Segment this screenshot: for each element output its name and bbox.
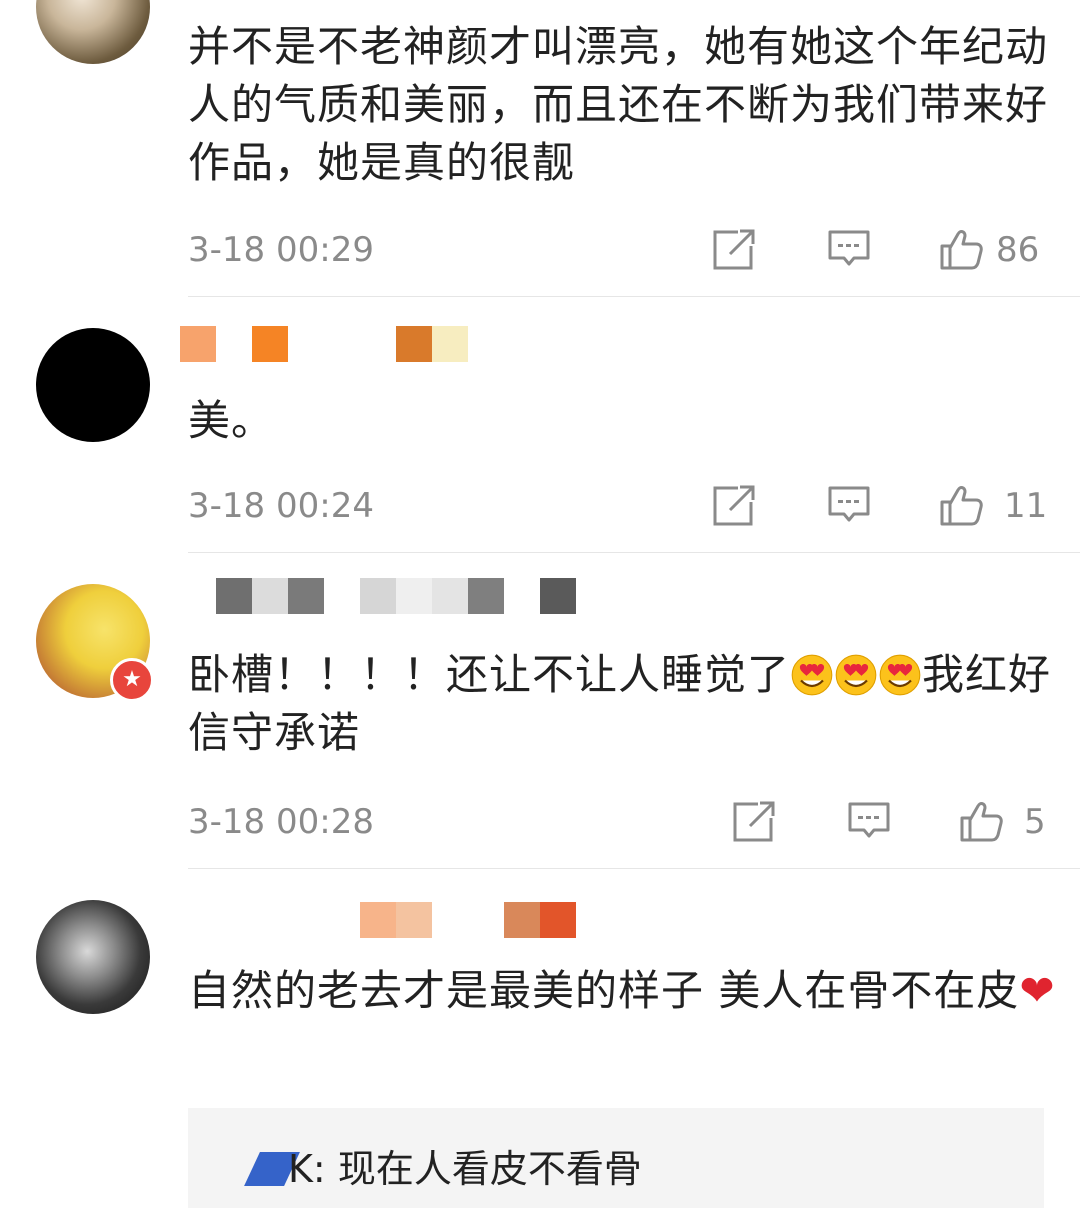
- divider: [188, 552, 1080, 553]
- reply-content: 现在人看皮不看骨: [337, 1147, 642, 1191]
- reply-preview[interactable]: K: 现在人看皮不看骨: [188, 1108, 1044, 1208]
- username-redacted: [396, 326, 432, 362]
- heart-eyes-emoji: [834, 653, 878, 697]
- comment-text: 自然的老去才是最美的样子 美人在骨不在皮❤: [188, 962, 1058, 1020]
- username-redacted: [540, 902, 576, 938]
- thumbs-up-icon[interactable]: [938, 226, 984, 272]
- reply-prefix: K:: [288, 1147, 338, 1191]
- username-redacted: [216, 578, 252, 614]
- comment-meta: 3-18 00:29 86: [188, 224, 1044, 274]
- red-heart-icon: ❤: [1019, 966, 1056, 1015]
- like-count: 86: [996, 230, 1040, 270]
- like-count: 11: [1004, 486, 1048, 526]
- comment-text: 并不是不老神颜才叫漂亮，她有她这个年纪动人的气质和美丽，而且还在不断为我们带来好…: [188, 22, 1049, 187]
- username-redacted: [540, 578, 576, 614]
- heart-eyes-emoji: [790, 653, 834, 697]
- username-redacted: [396, 578, 432, 614]
- thumbs-up-icon[interactable]: [958, 798, 1004, 844]
- avatar[interactable]: [36, 0, 150, 64]
- username-redacted: [180, 326, 216, 362]
- username-redacted: [432, 578, 468, 614]
- like-count: 5: [1024, 802, 1046, 842]
- comment-icon[interactable]: [826, 482, 872, 528]
- username-redacted: [288, 578, 324, 614]
- comment-meta: 3-18 00:24 11: [188, 480, 1048, 530]
- divider: [188, 296, 1080, 297]
- verified-badge-icon: ★: [110, 658, 154, 702]
- comment-meta: 3-18 00:28 5: [188, 796, 1046, 846]
- avatar[interactable]: [36, 328, 150, 442]
- username-redacted: [504, 902, 540, 938]
- username-redacted: [468, 578, 504, 614]
- username-redacted: [396, 902, 432, 938]
- comment-time: 3-18 00:28: [188, 802, 374, 842]
- username-redacted: [252, 578, 288, 614]
- comment-text: 美。: [188, 396, 275, 445]
- repost-icon[interactable]: [712, 226, 758, 272]
- username-redacted: [432, 326, 468, 362]
- comment-time: 3-18 00:24: [188, 486, 374, 526]
- divider: [188, 868, 1080, 869]
- comment-text-part: 自然的老去才是最美的样子 美人在骨不在皮: [188, 966, 1020, 1015]
- heart-eyes-emoji: [878, 653, 922, 697]
- comment-text-part: 卧槽！！！！还让不让人睡觉了: [188, 650, 791, 699]
- username-redacted: [360, 902, 396, 938]
- avatar[interactable]: [36, 900, 150, 1014]
- repost-icon[interactable]: [732, 798, 778, 844]
- comment-time: 3-18 00:29: [188, 230, 374, 270]
- username-redacted: [252, 326, 288, 362]
- comment-icon[interactable]: [826, 226, 872, 272]
- comment-text: 卧槽！！！！还让不让人睡觉了 我红好信守承诺: [188, 646, 1058, 762]
- repost-icon[interactable]: [712, 482, 758, 528]
- thumbs-up-icon[interactable]: [938, 482, 984, 528]
- reply-text: K: 现在人看皮不看骨: [248, 1138, 642, 1193]
- username-redacted: [360, 578, 396, 614]
- comment-icon[interactable]: [846, 798, 892, 844]
